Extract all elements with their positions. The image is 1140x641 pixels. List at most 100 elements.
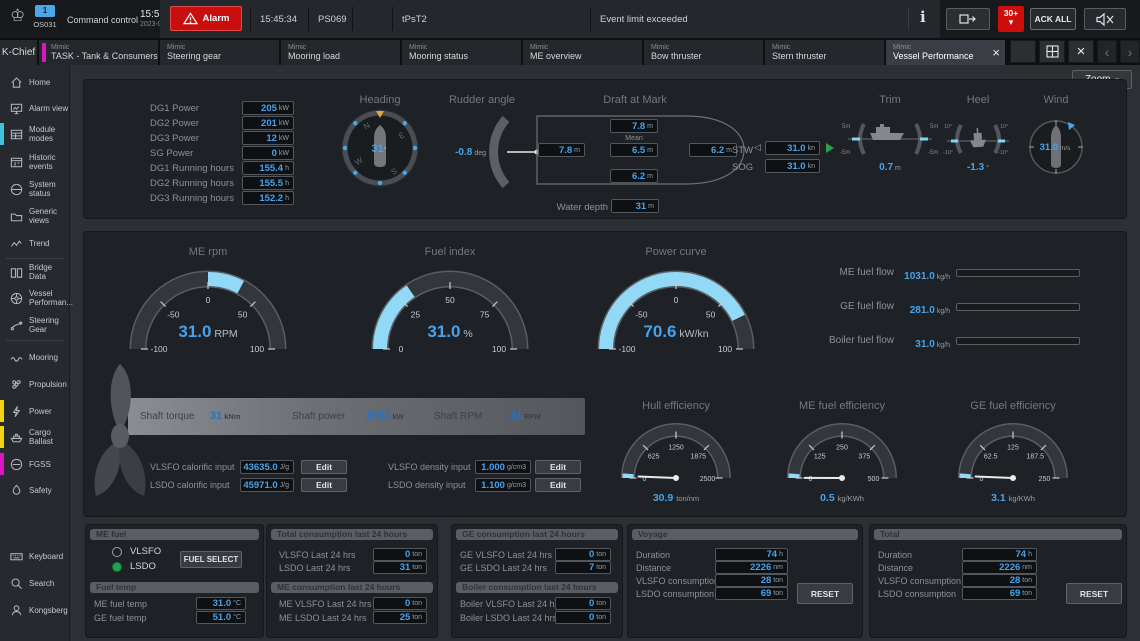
sidebar-item-steering-gear[interactable]: Steering Gear (0, 311, 70, 339)
close-all-icon[interactable]: × (1068, 40, 1094, 63)
edit-button[interactable]: Edit (535, 478, 581, 492)
fuel-input-box[interactable]: 43635.0J/g (240, 460, 294, 474)
svg-text:5m: 5m (930, 124, 938, 130)
top-status-bar: ♔ 1 OS031 Command control 15:56:25 2023-… (0, 0, 1140, 38)
vlsfo-radio[interactable] (112, 547, 122, 557)
value-text: 1.100 (481, 480, 505, 491)
sidebar: HomeAlarm viewModule modesHistoric event… (0, 65, 70, 641)
svg-text:125: 125 (1007, 445, 1019, 452)
sidebar-item-kongsberg[interactable]: Kongsberg (0, 596, 70, 624)
fuel-flow-label: GE fuel flow (774, 301, 894, 312)
svg-text:625: 625 (648, 454, 660, 461)
info-icon[interactable]: i (920, 8, 926, 26)
tab-task-tank-consumers[interactable]: MimicTASK - Tank & Consumers (39, 40, 158, 65)
svg-text:10°: 10° (1000, 124, 1008, 130)
separator (590, 7, 591, 31)
sidebar-item-generic-views[interactable]: Generic views (0, 202, 70, 230)
svg-text:187.5: 187.5 (1027, 454, 1045, 461)
sidebar-item-home[interactable]: Home (0, 68, 70, 96)
fuel-input-box[interactable]: 45971.0J/g (240, 478, 294, 492)
svg-text:1250: 1250 (668, 445, 684, 452)
alarm-count-badge[interactable]: 30+ ▾ (998, 6, 1024, 32)
lsdo-option[interactable]: LSDO (112, 561, 156, 572)
tabs-scroll-left-icon[interactable]: ‹ (1097, 40, 1117, 63)
sidebar-item-cargo-ballast[interactable]: Cargo Ballast (0, 423, 70, 451)
value-text: 2226 (750, 562, 771, 573)
fuel-select-button[interactable]: FUEL SELECT (180, 551, 242, 568)
svg-text:70.6 kW/kn: 70.6 kW/kn (643, 322, 708, 341)
sidebar-item-bridge-data[interactable]: Bridge Data (0, 258, 70, 286)
tile-windows-icon[interactable] (1039, 40, 1065, 63)
svg-text:50: 50 (445, 295, 455, 305)
fuel-flow-value: 31.0kg/h (898, 334, 950, 352)
svg-text:50: 50 (238, 309, 248, 319)
sidebar-item-module-modes[interactable]: Module modes (0, 120, 70, 148)
value-text: 31.0 (915, 339, 934, 350)
tab-kind-label: Mimic (51, 44, 158, 51)
sidebar-item-alarm-view[interactable]: Alarm view (0, 94, 70, 122)
sidebar-item-trend[interactable]: Trend (0, 229, 70, 257)
dg-row-label: DG3 Power (150, 133, 199, 144)
tab-mooring-status[interactable]: MimicMooring status (402, 40, 521, 65)
value-box: 0ton (555, 611, 611, 624)
fuel-flow-value: 281.0kg/h (898, 300, 950, 318)
k-chief-label[interactable]: K-Chief (0, 40, 37, 65)
heel-indicator: 10° 10° -10° -10° (943, 120, 1013, 156)
value-text: 0 (589, 612, 594, 623)
value-text: 31.0 (213, 598, 232, 609)
lsdo-radio[interactable] (112, 562, 122, 572)
value-unit: nm (773, 564, 783, 571)
sidebar-item-search[interactable]: Search (0, 569, 70, 597)
sidebar-item-fgss[interactable]: FGSS (0, 450, 70, 478)
sidebar-item-mooring[interactable]: Mooring (0, 343, 70, 371)
tab-text: MimicStern thruster (772, 44, 827, 61)
tab-vessel-performance[interactable]: MimicVessel Performance× (886, 40, 1005, 65)
stw-label: STW (732, 145, 753, 156)
tab-stern-thruster[interactable]: MimicStern thruster (765, 40, 884, 65)
edit-button[interactable]: Edit (535, 460, 581, 474)
tab-steering-gear[interactable]: MimicSteering gear (160, 40, 279, 65)
alarm-button[interactable]: Alarm (170, 6, 242, 31)
sidebar-item-system-status[interactable]: System status (0, 175, 70, 203)
sidebar-item-vessel-performan[interactable]: Vessel Performan... (0, 284, 70, 312)
value-text: 152.2 (259, 193, 283, 204)
tab-mooring-load[interactable]: MimicMooring load (281, 40, 400, 65)
fuel-input-box[interactable]: 1.100g/cm3 (475, 478, 531, 492)
value-box: 31ton (373, 561, 427, 574)
sidebar-item-keyboard[interactable]: Keyboard (0, 542, 70, 570)
panel-header: Total consumption last 24 hours (271, 529, 433, 540)
mute-alarm-icon[interactable] (1084, 8, 1126, 30)
value-unit: ton (773, 590, 783, 597)
reset-button[interactable]: RESET (1066, 583, 1122, 604)
safety-icon (9, 483, 24, 498)
sidebar-item-propulsion[interactable]: Propulsion (0, 370, 70, 398)
propulsion-panel: ME rpm Fuel index Power curve -100-50050… (84, 232, 1126, 516)
propulsion-icon (9, 377, 24, 392)
sidebar-item-historic-events[interactable]: Historic events (0, 148, 70, 176)
value-unit: J/g (280, 482, 289, 489)
me-fuel-efficiency-value: 0.5kg/KWh (772, 488, 912, 506)
tab-me-overview[interactable]: MimicME overview (523, 40, 642, 65)
operator-station-chip[interactable]: 1 OS031 (28, 5, 62, 29)
login-icon[interactable] (946, 8, 990, 30)
fuel-input-box[interactable]: 1.000g/cm3 (475, 460, 531, 474)
svg-text:0: 0 (206, 295, 211, 305)
tabs-scroll-right-icon[interactable]: › (1120, 40, 1140, 63)
sidebar-item-power[interactable]: Power (0, 397, 70, 425)
value-text: 205 (261, 103, 277, 114)
tab-close-icon[interactable]: × (992, 48, 1000, 58)
edit-button[interactable]: Edit (301, 478, 347, 492)
edit-button[interactable]: Edit (301, 460, 347, 474)
blank-window-button[interactable] (1010, 40, 1036, 63)
svg-text:100: 100 (718, 344, 732, 354)
sidebar-item-safety[interactable]: Safety (0, 476, 70, 504)
value-box: 31.0°C (196, 597, 246, 610)
reset-button[interactable]: RESET (797, 583, 853, 604)
fuel-flow-label: ME fuel flow (774, 267, 894, 278)
ack-all-button[interactable]: ACK ALL (1030, 8, 1076, 30)
row-label: LSDO Last 24 hrs (279, 563, 351, 573)
cargo-icon (9, 430, 24, 445)
vlsfo-option[interactable]: VLSFO (112, 546, 161, 557)
fuel-flow-label: Boiler fuel flow (774, 335, 894, 346)
tab-bow-thruster[interactable]: MimicBow thruster (644, 40, 763, 65)
